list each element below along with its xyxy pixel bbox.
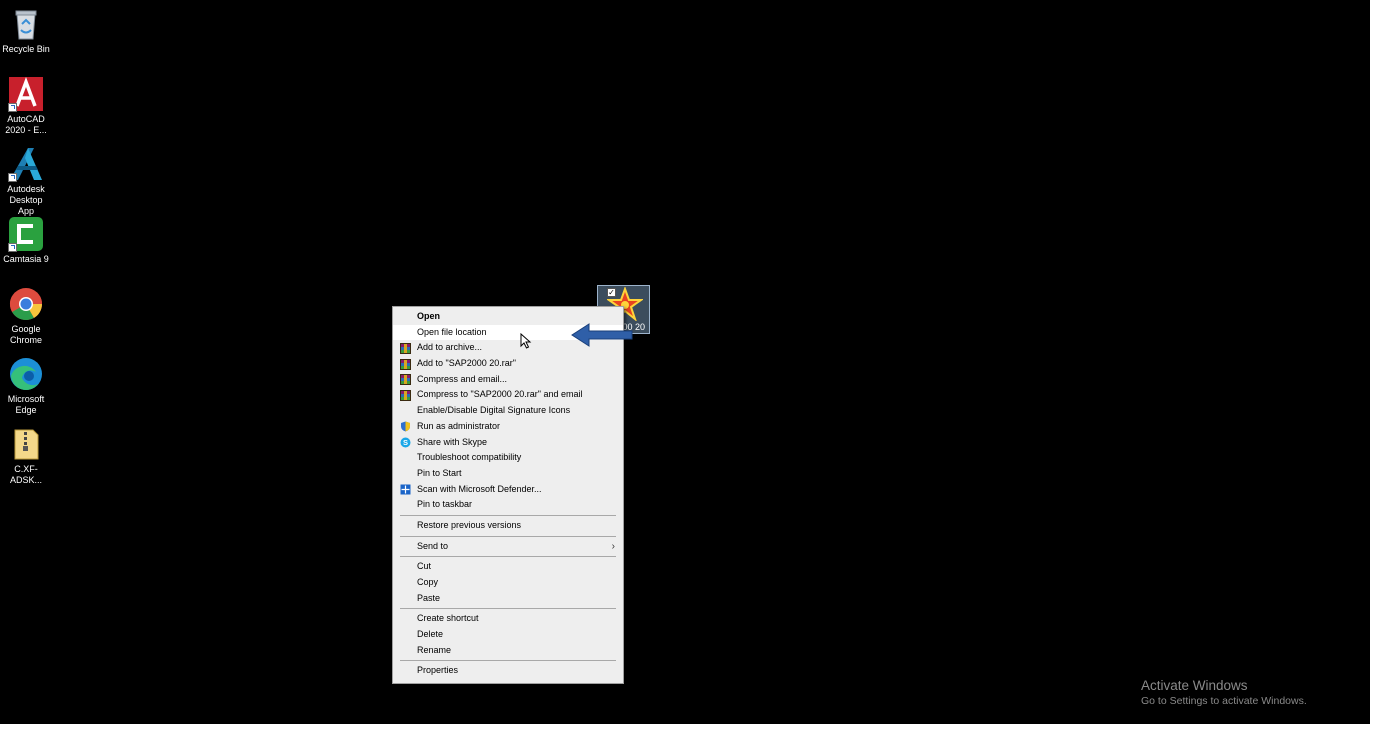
watermark-title: Activate Windows: [1141, 678, 1248, 693]
desktop-icon-zip-folder[interactable]: C.XF-ADSK...: [0, 426, 52, 486]
menu-item-add-to-sap2000-20-rar[interactable]: Add to "SAP2000 20.rar": [393, 356, 623, 372]
menu-item-cut[interactable]: Cut: [393, 559, 623, 575]
desktop-icon-label: Google Chrome: [9, 324, 42, 345]
autodesk-icon: [8, 146, 44, 182]
shortcut-arrow-icon: [8, 173, 17, 182]
menu-item-compress-and-email[interactable]: Compress and email...: [393, 372, 623, 388]
menu-item-label: Scan with Microsoft Defender...: [417, 483, 542, 494]
menu-separator: [400, 514, 616, 516]
desktop-icon-microsoft-edge[interactable]: Microsoft Edge: [0, 356, 52, 416]
winrar-icon: [400, 342, 411, 354]
recycle-bin-icon: [8, 6, 44, 42]
winrar-icon: [400, 374, 411, 386]
menu-item-label: Restore previous versions: [417, 519, 522, 530]
menu-item-paste[interactable]: Paste: [393, 591, 623, 607]
menu-item-label: Enable/Disable Digital Signature Icons: [417, 405, 571, 416]
desktop-icon-label: Microsoft Edge: [7, 394, 45, 415]
menu-item-label: Open file location: [417, 326, 487, 337]
menu-item-label: Share with Skype: [417, 436, 488, 447]
camtasia-icon: [8, 216, 44, 252]
desktop-icon-google-chrome[interactable]: Google Chrome: [0, 286, 52, 346]
svg-text:S: S: [403, 438, 408, 447]
menu-item-compress-to-sap2000-20-rar-and-email[interactable]: Compress to "SAP2000 20.rar" and email: [393, 387, 623, 403]
menu-item-copy[interactable]: Copy: [393, 575, 623, 591]
menu-item-label: Run as administrator: [417, 420, 501, 431]
menu-separator: [400, 556, 616, 558]
menu-item-label: Pin to taskbar: [417, 499, 473, 510]
desktop-icon-label: C.XF-ADSK...: [9, 464, 42, 485]
menu-item-scan-with-microsoft-defender[interactable]: Scan with Microsoft Defender...: [393, 482, 623, 498]
menu-item-label: Copy: [417, 577, 439, 587]
autocad-icon: [8, 76, 44, 112]
menu-item-label: Rename: [417, 644, 452, 655]
desktop-icon-label: Camtasia 9: [3, 254, 49, 264]
menu-item-delete[interactable]: Delete: [393, 627, 623, 643]
shortcut-arrow-icon: [8, 103, 17, 112]
selection-checkbox[interactable]: ✓: [607, 288, 616, 297]
activate-windows-watermark: Activate Windows Go to Settings to activ…: [1141, 677, 1307, 708]
menu-item-run-as-administrator[interactable]: Run as administrator: [393, 419, 623, 435]
menu-item-label: Add to "SAP2000 20.rar": [417, 358, 516, 369]
menu-item-properties[interactable]: Properties: [393, 663, 623, 679]
winrar-icon: [400, 389, 411, 401]
menu-item-label: Delete: [417, 629, 444, 640]
menu-item-label: Send to: [417, 540, 449, 551]
menu-item-pin-to-taskbar[interactable]: Pin to taskbar: [393, 497, 623, 513]
menu-item-label: Properties: [417, 665, 459, 676]
defender-icon: [400, 484, 411, 495]
menu-item-troubleshoot-compatibility[interactable]: Troubleshoot compatibility: [393, 450, 623, 466]
desktop[interactable]: Recycle Bin AutoCAD 2020 - E... Autodesk…: [0, 0, 1370, 724]
menu-item-rename[interactable]: Rename: [393, 643, 623, 659]
menu-item-enable-disable-digital-signature-icons[interactable]: Enable/Disable Digital Signature Icons: [393, 403, 623, 419]
winrar-icon: [400, 358, 411, 370]
chevron-right-icon: ›: [611, 540, 615, 552]
menu-separator: [400, 660, 616, 662]
menu-item-label: Open: [417, 311, 441, 321]
desktop-icon-label: Autodesk Desktop App: [7, 184, 45, 216]
watermark-subtitle: Go to Settings to activate Windows.: [1141, 695, 1307, 707]
desktop-icon-autocad[interactable]: AutoCAD 2020 - E...: [0, 76, 52, 136]
menu-item-label: Compress to "SAP2000 20.rar" and email: [417, 389, 583, 400]
mouse-cursor-icon: [520, 333, 532, 349]
shortcut-arrow-icon: [8, 243, 17, 252]
menu-item-label: Cut: [417, 561, 432, 572]
menu-item-send-to[interactable]: Send to ›: [393, 539, 623, 555]
edge-icon: [8, 356, 44, 392]
context-menu: Open Open file location Add to archive... A…: [392, 306, 624, 684]
menu-item-create-shortcut[interactable]: Create shortcut: [393, 611, 623, 627]
desktop-icon-autodesk-desktop-app[interactable]: Autodesk Desktop App: [0, 146, 52, 217]
chrome-icon: [8, 286, 44, 322]
menu-item-restore-previous-versions[interactable]: Restore previous versions: [393, 518, 623, 534]
desktop-icon-camtasia[interactable]: Camtasia 9: [0, 216, 52, 265]
menu-item-pin-to-start[interactable]: Pin to Start: [393, 466, 623, 482]
uac-shield-icon: [401, 421, 410, 432]
zip-folder-icon: [8, 426, 44, 462]
menu-item-share-with-skype[interactable]: S Share with Skype: [393, 435, 623, 451]
menu-separator: [400, 535, 616, 537]
menu-item-label: Create shortcut: [417, 613, 479, 624]
menu-separator: [400, 608, 616, 610]
desktop-icon-label: AutoCAD 2020 - E...: [5, 114, 47, 135]
desktop-icon-label: Recycle Bin: [2, 44, 50, 54]
menu-item-label: Pin to Start: [417, 467, 462, 478]
menu-item-label: Troubleshoot compatibility: [417, 452, 522, 463]
menu-item-label: Paste: [417, 592, 441, 603]
skype-icon: S: [400, 437, 411, 448]
menu-item-label: Add to archive...: [417, 342, 483, 353]
menu-item-label: Compress and email...: [417, 373, 508, 384]
annotation-arrow-icon: [571, 323, 633, 347]
desktop-icon-recycle-bin[interactable]: Recycle Bin: [0, 6, 52, 55]
